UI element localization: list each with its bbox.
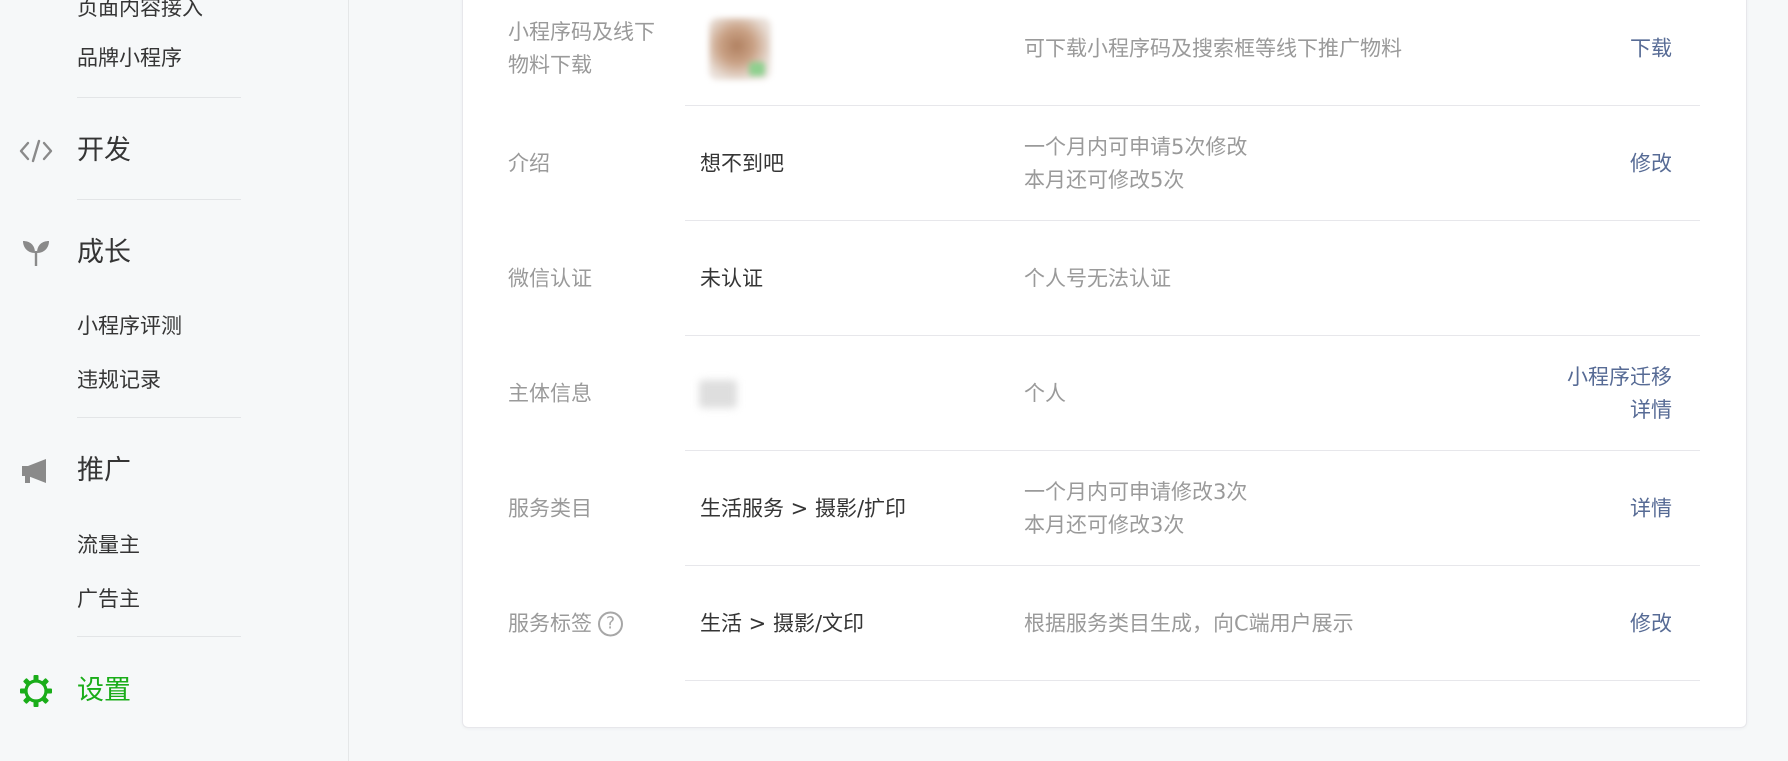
category-details-link[interactable]: 详情 xyxy=(1630,492,1672,525)
row-subject: 主体信息 个人 小程序迁移 详情 xyxy=(463,336,1746,451)
edit-tags-link[interactable]: 修改 xyxy=(1630,607,1672,640)
row-desc: 一个月内可申请修改3次 本月还可修改3次 xyxy=(1024,479,1248,537)
qrcode-thumbnail xyxy=(709,17,771,80)
row-divider xyxy=(685,680,1700,681)
megaphone-icon xyxy=(19,457,53,485)
sidebar: 页面内容接入 品牌小程序 开发 成长 小程序评测 违规记录 推广 流量主 广告主… xyxy=(0,0,349,761)
sidebar-item-evaluation[interactable]: 小程序评测 xyxy=(77,312,182,340)
sidebar-divider xyxy=(77,636,241,637)
sidebar-item-brand-miniprogram[interactable]: 品牌小程序 xyxy=(77,44,182,72)
row-wechat-verify: 微信认证 未认证 个人号无法认证 xyxy=(463,221,1746,336)
help-icon[interactable]: ? xyxy=(598,611,623,637)
row-label: 微信认证 xyxy=(508,266,592,290)
row-intro: 介绍 想不到吧 一个月内可申请5次修改 本月还可修改5次 修改 xyxy=(463,106,1746,221)
row-service-category: 服务类目 生活服务 > 摄影/扩印 一个月内可申请修改3次 本月还可修改3次 详… xyxy=(463,451,1746,566)
row-label: 介绍 xyxy=(508,151,550,175)
download-link[interactable]: 下载 xyxy=(1630,32,1672,65)
row-label: 主体信息 xyxy=(508,381,592,405)
sidebar-category-label: 成长 xyxy=(77,237,131,268)
settings-card: 小程序码及线下 物料下载 可下载小程序码及搜索框等线下推广物料 下载 介绍 想不… xyxy=(462,0,1747,728)
tags-value: 生活 > 摄影/文印 xyxy=(700,611,865,635)
migrate-link[interactable]: 小程序迁移 xyxy=(1567,361,1672,394)
sidebar-item-violations[interactable]: 违规记录 xyxy=(77,366,161,394)
edit-intro-link[interactable]: 修改 xyxy=(1630,147,1672,180)
row-label: 小程序码及线下 物料下载 xyxy=(508,19,655,77)
row-qrcode: 小程序码及线下 物料下载 可下载小程序码及搜索框等线下推广物料 下载 xyxy=(463,0,1746,106)
sprout-icon xyxy=(19,239,53,267)
sidebar-category-label: 开发 xyxy=(77,135,131,166)
sidebar-item-traffic-owner[interactable]: 流量主 xyxy=(77,531,140,559)
row-desc: 根据服务类目生成，向C端用户展示 xyxy=(1024,611,1354,635)
row-desc: 可下载小程序码及搜索框等线下推广物料 xyxy=(1024,36,1402,60)
row-label: 服务标签? xyxy=(508,607,668,640)
sidebar-divider xyxy=(77,199,241,200)
row-desc: 一个月内可申请5次修改 本月还可修改5次 xyxy=(1024,134,1248,192)
sidebar-category-settings[interactable]: 设置 xyxy=(0,671,300,711)
row-desc: 个人号无法认证 xyxy=(1024,266,1171,290)
sidebar-category-label: 推广 xyxy=(77,455,131,486)
sidebar-item-page-content[interactable]: 页面内容接入 xyxy=(77,0,203,22)
sidebar-item-advertiser[interactable]: 广告主 xyxy=(77,585,140,613)
subject-actions: 小程序迁移 详情 xyxy=(1567,361,1672,427)
sidebar-divider xyxy=(77,417,241,418)
sidebar-category-label: 设置 xyxy=(77,675,131,706)
row-desc: 个人 xyxy=(1024,381,1066,405)
sidebar-category-promote[interactable]: 推广 xyxy=(0,451,300,491)
sidebar-category-growth[interactable]: 成长 xyxy=(0,233,300,273)
row-service-tags: 服务标签? 生活 > 摄影/文印 根据服务类目生成，向C端用户展示 修改 xyxy=(463,566,1746,681)
category-value: 生活服务 > 摄影/扩印 xyxy=(700,496,907,520)
row-label: 服务类目 xyxy=(508,496,592,520)
sidebar-category-develop[interactable]: 开发 xyxy=(0,131,300,171)
subject-name-redacted xyxy=(699,379,737,408)
code-icon xyxy=(19,137,53,165)
intro-value: 想不到吧 xyxy=(700,151,784,175)
verify-status: 未认证 xyxy=(700,266,763,290)
subject-details-link[interactable]: 详情 xyxy=(1567,394,1672,427)
gear-icon xyxy=(19,675,53,707)
sidebar-divider xyxy=(77,97,241,98)
